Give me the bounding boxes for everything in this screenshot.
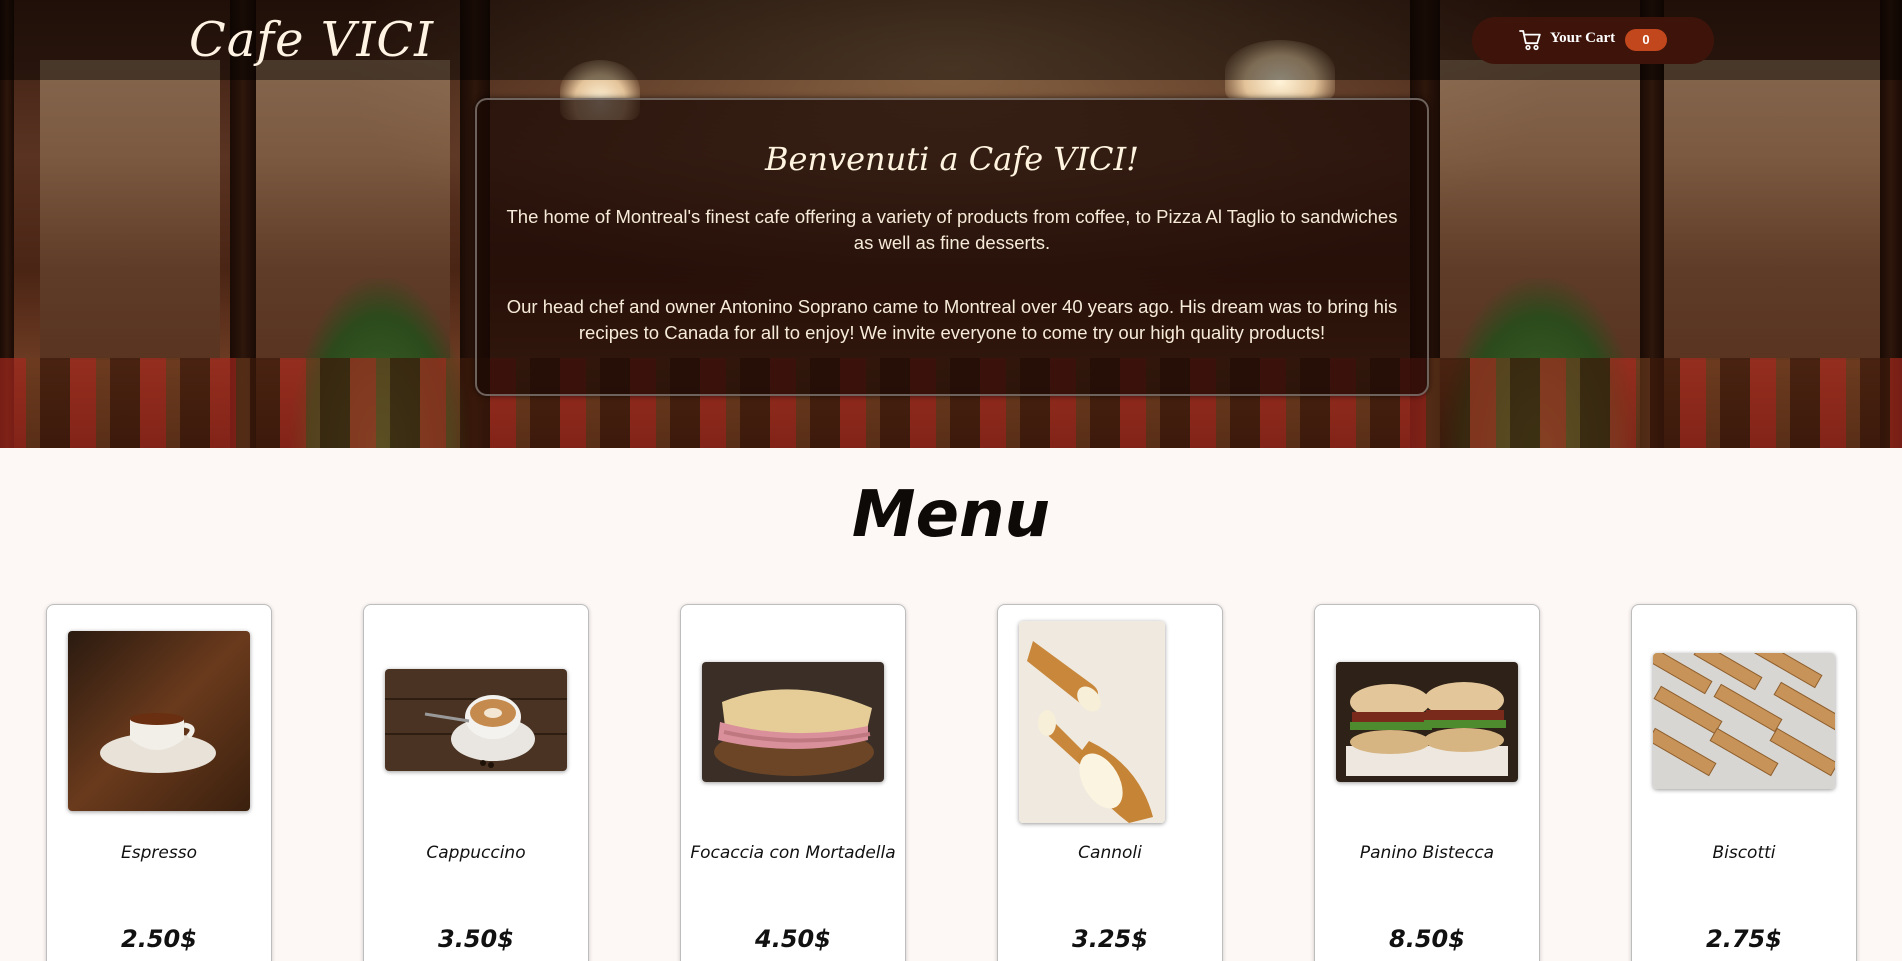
welcome-title: Benvenuti a Cafe VICI!	[764, 140, 1140, 178]
panino-image[interactable]	[1336, 662, 1518, 782]
menu-item-name: Focaccia con Mortadella	[690, 843, 896, 863]
espresso-image[interactable]	[68, 631, 250, 811]
menu-card-biscotti[interactable]: Biscotti 2.75$	[1631, 604, 1857, 961]
menu-item-price: 3.25$	[1072, 925, 1148, 953]
background-window	[1660, 60, 1880, 360]
menu-card-espresso[interactable]: Espresso 2.50$	[46, 604, 272, 961]
menu-item-name: Espresso	[121, 843, 197, 863]
welcome-panel: Benvenuti a Cafe VICI! The home of Montr…	[475, 98, 1429, 396]
welcome-paragraph-2: Our head chef and owner Antonino Soprano…	[506, 296, 1398, 343]
cart-icon	[1519, 30, 1541, 51]
biscotti-image[interactable]	[1653, 653, 1835, 789]
menu-item-price: 3.50$	[438, 925, 514, 953]
background-window	[40, 60, 220, 360]
menu-card-focaccia-con-mortadella[interactable]: Focaccia con Mortadella 4.50$	[680, 604, 906, 961]
menu-card-panino-bistecca[interactable]: Panino Bistecca 8.50$	[1314, 604, 1540, 961]
menu-item-name: Biscotti	[1712, 843, 1776, 863]
navbar: Cafe VICI Your Cart 0	[0, 0, 1902, 80]
hero-banner: Cafe VICI Your Cart 0 Benvenuti a Cafe V…	[0, 0, 1902, 448]
welcome-paragraph-1: The home of Montreal's finest cafe offer…	[506, 206, 1398, 253]
menu-item-name: Cannoli	[1078, 843, 1142, 863]
menu-item-price: 2.75$	[1706, 925, 1782, 953]
menu-card-cappuccino[interactable]: Cappuccino 3.50$	[363, 604, 589, 961]
menu-item-name: Cappuccino	[426, 843, 526, 863]
menu-item-price: 2.50$	[121, 925, 197, 953]
menu-title: Menu	[851, 478, 1051, 552]
menu-item-name: Panino Bistecca	[1359, 843, 1495, 863]
cannoli-image[interactable]	[1019, 621, 1165, 823]
logo[interactable]: Cafe VICI	[189, 12, 434, 68]
cappuccino-image[interactable]	[385, 669, 567, 771]
menu-item-price: 8.50$	[1389, 925, 1465, 953]
menu-card-cannoli[interactable]: Cannoli 3.25$	[997, 604, 1223, 961]
cart-count-badge: 0	[1625, 29, 1667, 51]
cart-button[interactable]: Your Cart 0	[1472, 17, 1714, 64]
focaccia-image[interactable]	[702, 662, 884, 782]
menu-item-price: 4.50$	[755, 925, 831, 953]
cart-label: Your Cart	[1550, 30, 1616, 46]
